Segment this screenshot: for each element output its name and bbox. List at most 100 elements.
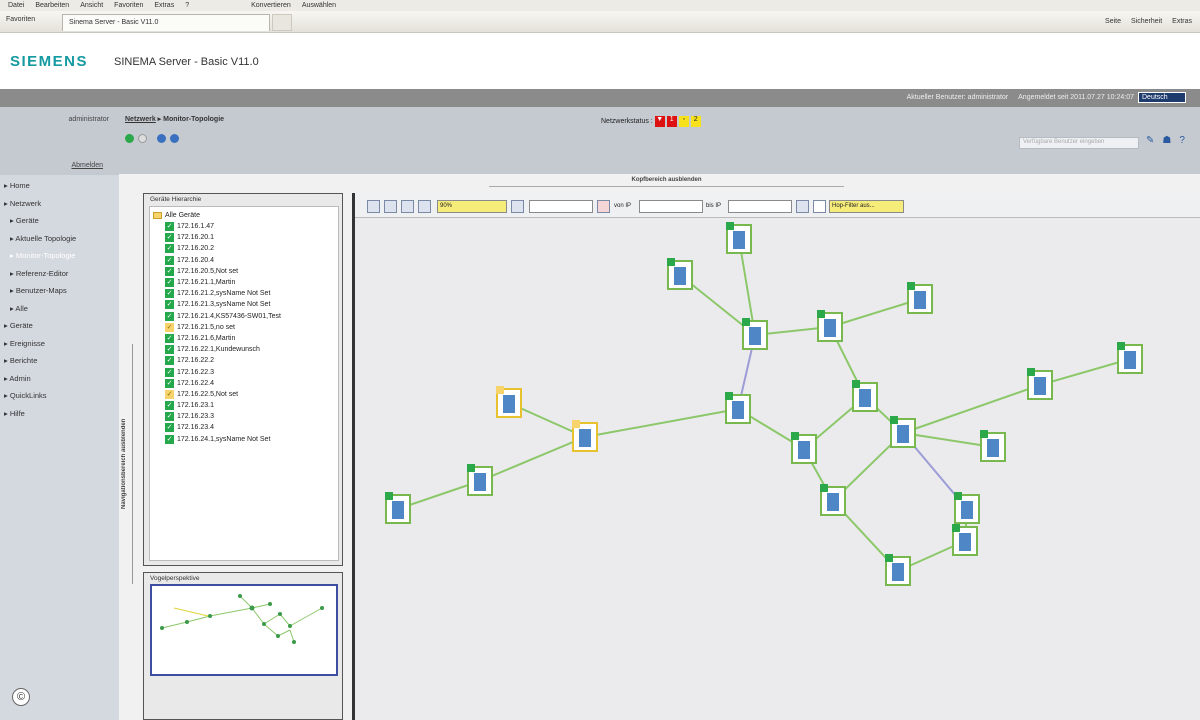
device-node[interactable] xyxy=(791,432,817,464)
nav-item[interactable]: ▸ Monitor-Topologie xyxy=(0,251,119,269)
layout-icon[interactable] xyxy=(367,200,380,213)
link-line[interactable] xyxy=(1039,358,1131,386)
nav-item[interactable]: ▸ Benutzer-Maps xyxy=(0,286,119,304)
device-node[interactable] xyxy=(572,420,598,452)
nav-item[interactable]: ▸ Admin xyxy=(0,374,119,392)
tree-item[interactable]: ✓ 172.16.20.1 xyxy=(153,232,335,243)
device-node[interactable] xyxy=(817,310,843,342)
device-node[interactable] xyxy=(885,554,911,586)
menu-extras[interactable]: Extras xyxy=(154,2,174,9)
tree-item[interactable]: ✓ 172.16.21.5,no set xyxy=(153,322,335,333)
favorites-button[interactable]: Favoriten xyxy=(6,16,35,23)
zoom-in-icon[interactable] xyxy=(401,200,414,213)
tree-item[interactable]: ✓ 172.16.22.4 xyxy=(153,378,335,389)
convert-button[interactable]: Konvertieren xyxy=(251,2,291,9)
hide-header-toggle[interactable]: Kopfbereich ausblenden xyxy=(489,177,844,187)
status-warning-count[interactable]: 2 xyxy=(690,116,701,127)
hop-icon[interactable] xyxy=(813,200,826,213)
tree-item[interactable]: ✓ 172.16.22.5,Not set xyxy=(153,389,335,400)
logout-link[interactable]: Abmelden xyxy=(71,162,103,169)
link-line[interactable] xyxy=(584,408,739,438)
status-error-icon[interactable]: ▼ xyxy=(654,116,665,127)
device-node[interactable] xyxy=(954,492,980,524)
tree-item[interactable]: ✓ 172.16.1.47 xyxy=(153,221,335,232)
grid-icon[interactable] xyxy=(384,200,397,213)
select-button[interactable]: Auswählen xyxy=(302,2,336,9)
hop-filter-select[interactable]: Hop-Filter aus... xyxy=(829,200,904,213)
device-node[interactable] xyxy=(467,464,493,496)
tool-page[interactable]: Seite xyxy=(1105,18,1121,25)
tree-item[interactable]: ✓ 172.16.23.3 xyxy=(153,411,335,422)
link-line[interactable] xyxy=(829,298,921,328)
tool-security[interactable]: Sicherheit xyxy=(1131,18,1162,25)
menu-bearbeiten[interactable]: Bearbeiten xyxy=(35,2,69,9)
link-line[interactable] xyxy=(902,384,1041,434)
link-line[interactable] xyxy=(479,436,586,482)
link-line[interactable] xyxy=(902,432,994,448)
language-select[interactable]: Deutsch xyxy=(1138,92,1186,103)
hide-nav-toggle[interactable]: Navigationsbereich ausblenden xyxy=(121,344,133,584)
auto-refresh-icon[interactable] xyxy=(170,134,179,143)
search-field[interactable] xyxy=(529,200,593,213)
tree-item[interactable]: ✓ 172.16.21.6,Martin xyxy=(153,333,335,344)
device-node[interactable] xyxy=(907,282,933,314)
nav-item[interactable]: ▸ Geräte xyxy=(0,321,119,339)
tree-item[interactable]: ✓ 172.16.21.1,Martin xyxy=(153,277,335,288)
device-node[interactable] xyxy=(496,386,522,418)
nav-item[interactable]: ▸ Ereignisse xyxy=(0,339,119,357)
device-node[interactable] xyxy=(667,258,693,290)
tree-item[interactable]: ✓ 172.16.22.3 xyxy=(153,366,335,377)
device-node[interactable] xyxy=(385,492,411,524)
status-warning-icon[interactable]: ◦ xyxy=(678,116,689,127)
user-icon[interactable]: ☗ xyxy=(1162,135,1171,146)
nav-item[interactable]: ▸ Aktuelle Topologie xyxy=(0,234,119,252)
tree-item[interactable]: ✓ 172.16.23.1 xyxy=(153,400,335,411)
tree-item[interactable]: ✓ 172.16.22.1,Kundewunsch xyxy=(153,344,335,355)
tree-item[interactable]: ✓ 172.16.20.2 xyxy=(153,243,335,254)
tree-item[interactable]: ✓ 172.16.20.4 xyxy=(153,255,335,266)
stop-icon[interactable] xyxy=(138,134,147,143)
user-search-input[interactable]: Verfügbare Benutzer eingeben xyxy=(1019,137,1139,149)
tree-item[interactable]: ✓ 172.16.20.5,Not set xyxy=(153,266,335,277)
device-node[interactable] xyxy=(742,318,768,350)
to-ip-input[interactable] xyxy=(728,200,792,213)
device-node[interactable] xyxy=(852,380,878,412)
apply-filter-icon[interactable] xyxy=(796,200,809,213)
tree-root[interactable]: Alle Geräte xyxy=(153,210,335,221)
play-icon[interactable] xyxy=(125,134,134,143)
menu-datei[interactable]: Datei xyxy=(8,2,24,9)
nav-item[interactable]: ▸ Home xyxy=(0,181,119,199)
fit-icon[interactable] xyxy=(511,200,524,213)
device-node[interactable] xyxy=(725,392,751,424)
find-icon[interactable] xyxy=(597,200,610,213)
refresh-icon[interactable] xyxy=(157,134,166,143)
help-icon[interactable]: ? xyxy=(1179,135,1185,146)
tree-item[interactable]: ✓ 172.16.21.4,KS57436-SW01,Test xyxy=(153,311,335,322)
new-tab-button[interactable] xyxy=(272,14,292,31)
tree-item[interactable]: ✓ 172.16.22.2 xyxy=(153,355,335,366)
pin-icon[interactable]: ✎ xyxy=(1146,135,1154,146)
nav-item[interactable]: ▸ Berichte xyxy=(0,356,119,374)
nav-item[interactable]: ▸ QuickLinks xyxy=(0,391,119,409)
tree-item[interactable]: ✓ 172.16.21.2,sysName Not Set xyxy=(153,288,335,299)
nav-item[interactable]: ▸ Netzwerk xyxy=(0,199,119,217)
menu-help[interactable]: ? xyxy=(185,2,189,9)
birds-eye-view[interactable] xyxy=(150,584,338,676)
tool-extras[interactable]: Extras xyxy=(1172,18,1192,25)
from-ip-input[interactable] xyxy=(639,200,703,213)
nav-item[interactable]: ▸ Geräte xyxy=(0,216,119,234)
browser-tab[interactable]: Sinema Server - Basic V11.0 xyxy=(62,14,270,31)
zoom-select[interactable]: 90% xyxy=(437,200,507,213)
zoom-out-icon[interactable] xyxy=(418,200,431,213)
status-error-count[interactable]: 1 xyxy=(666,116,677,127)
menu-ansicht[interactable]: Ansicht xyxy=(80,2,103,9)
device-node[interactable] xyxy=(952,524,978,556)
tree-item[interactable]: ✓ 172.16.23.4 xyxy=(153,422,335,433)
device-node[interactable] xyxy=(890,416,916,448)
device-node[interactable] xyxy=(980,430,1006,462)
device-node[interactable] xyxy=(1117,342,1143,374)
menu-favoriten[interactable]: Favoriten xyxy=(114,2,143,9)
breadcrumb-root[interactable]: Netzwerk xyxy=(125,116,156,123)
tree-item[interactable]: ✓ 172.16.21.3,sysName Not Set xyxy=(153,299,335,310)
device-node[interactable] xyxy=(1027,368,1053,400)
